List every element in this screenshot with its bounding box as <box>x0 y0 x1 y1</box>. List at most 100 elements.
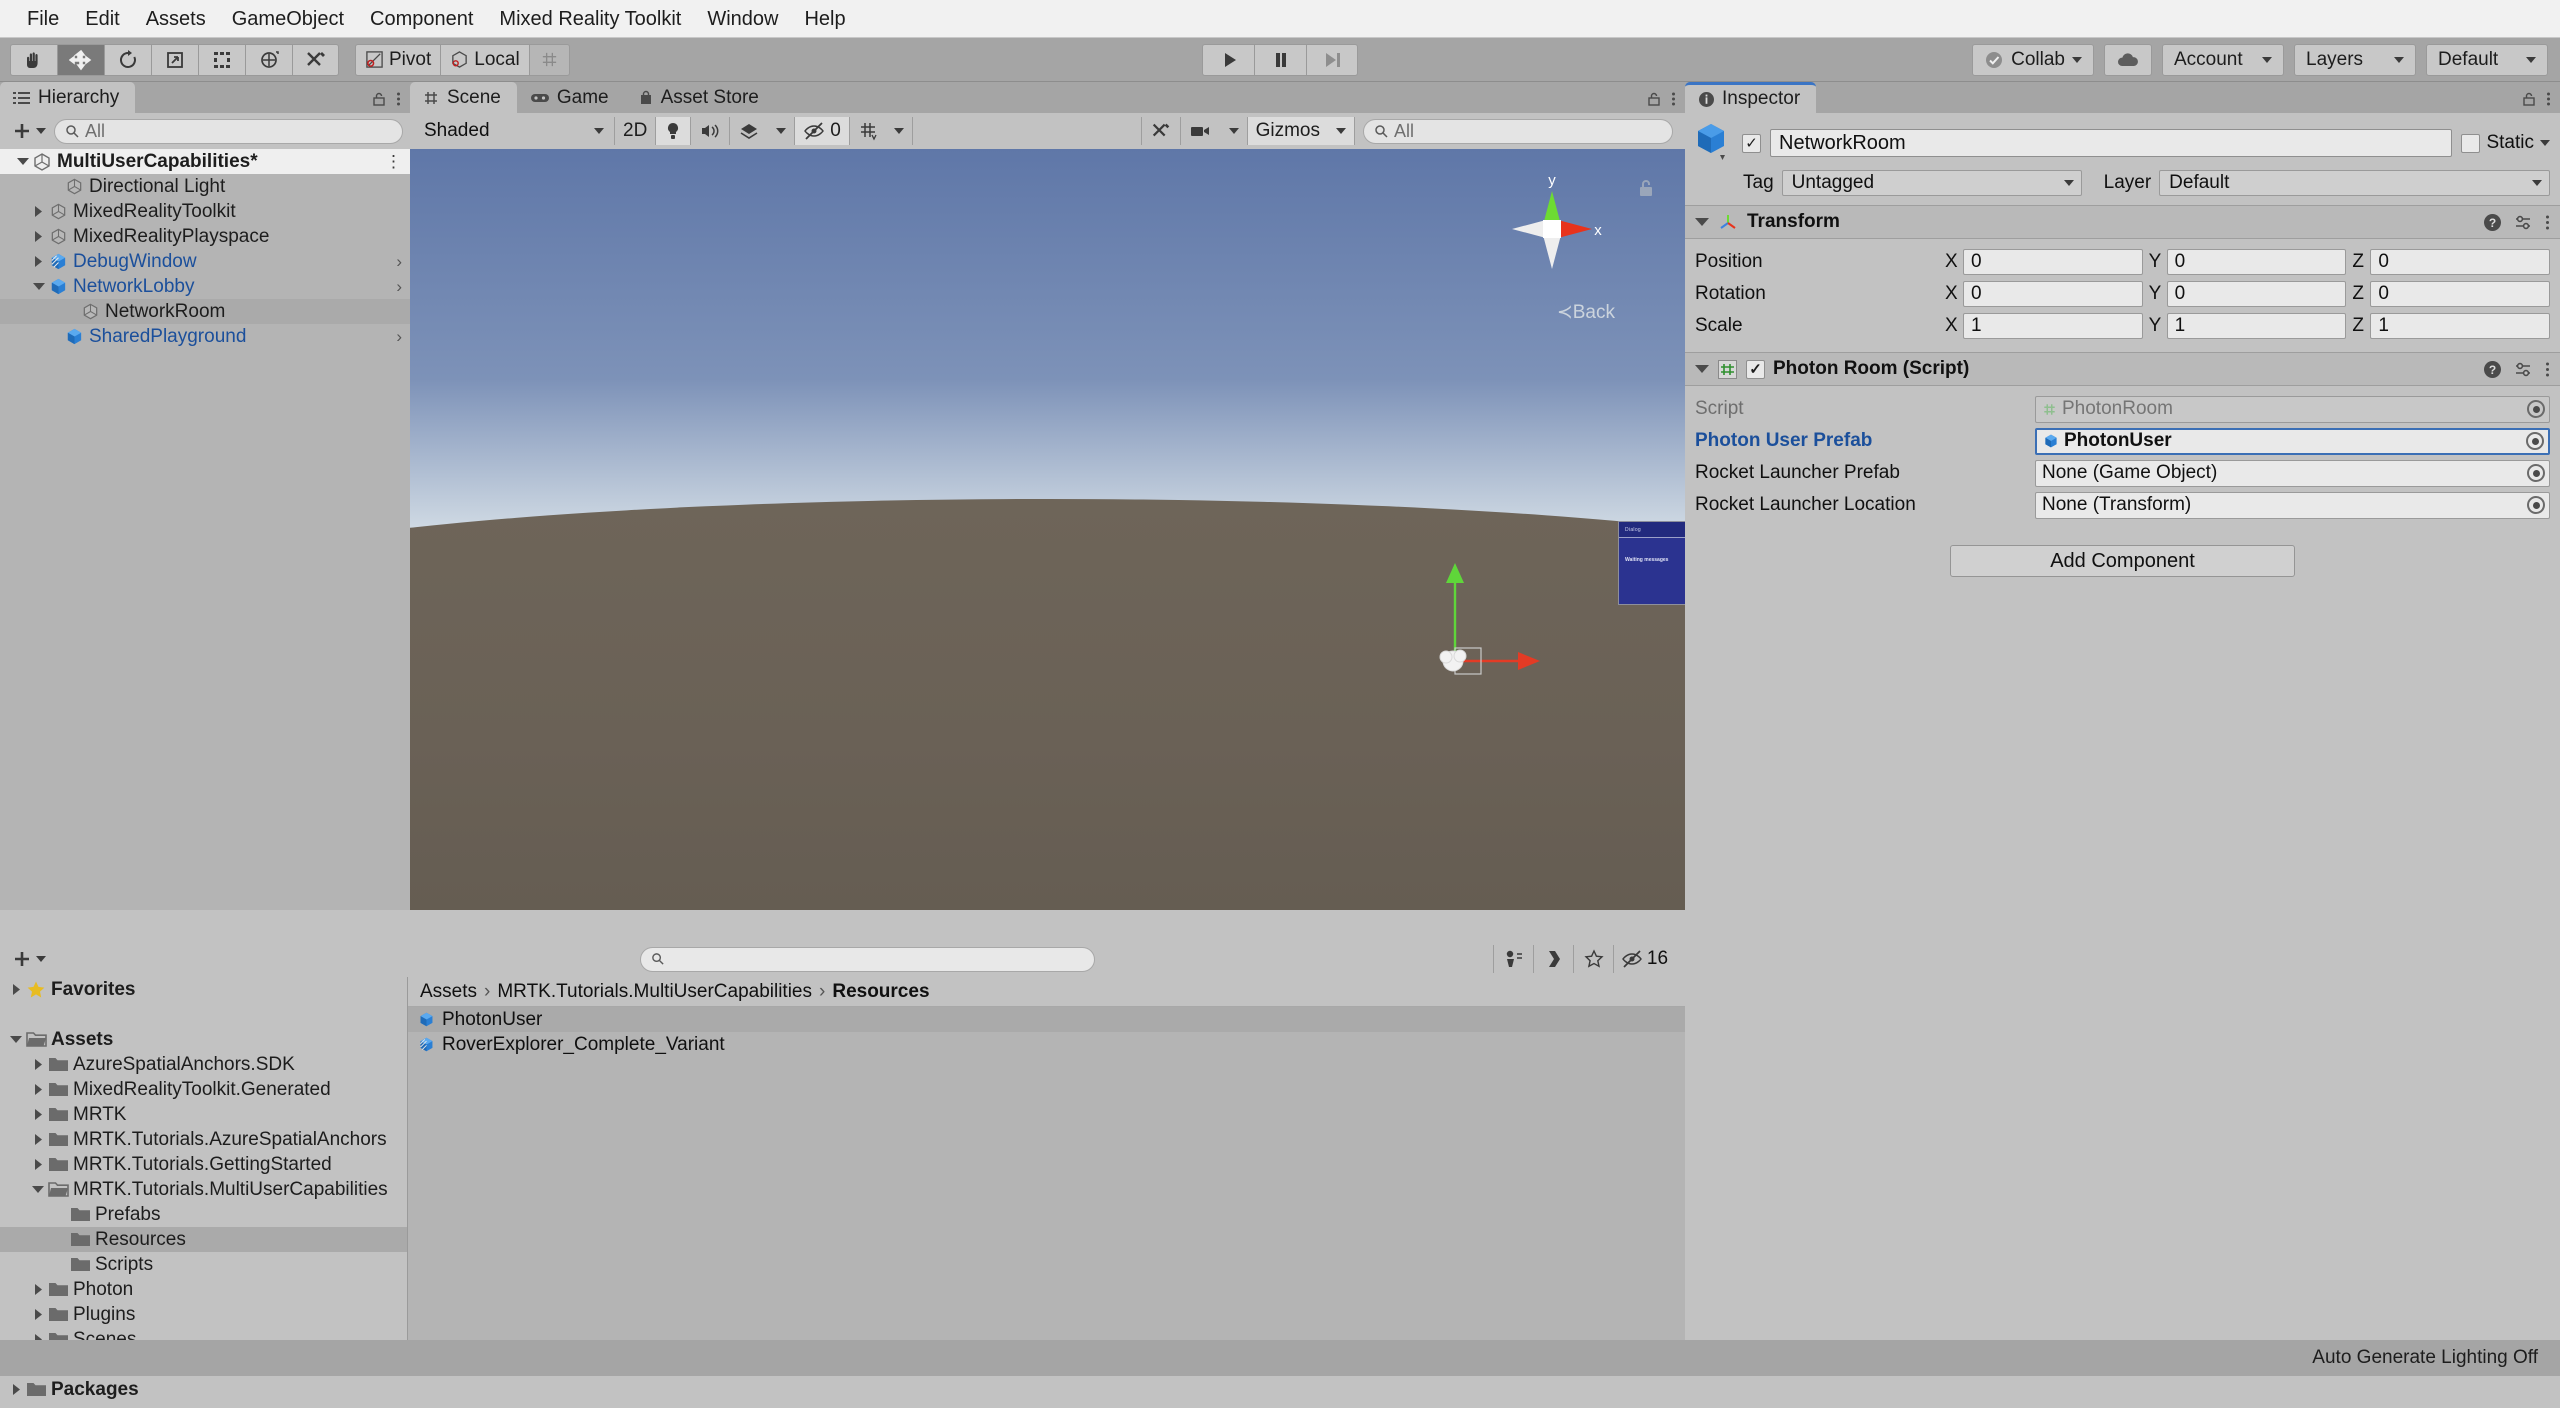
lock-icon[interactable] <box>1646 91 1662 107</box>
hierarchy-foldout[interactable] <box>30 230 47 243</box>
project-tree-item[interactable]: Plugins <box>0 1302 407 1327</box>
menu-assets[interactable]: Assets <box>133 0 219 38</box>
project-foldout[interactable] <box>30 1083 46 1096</box>
photon-room-object-field[interactable]: None (Game Object) <box>2035 459 2550 487</box>
prefab-open-chevron-icon[interactable]: › <box>396 252 402 272</box>
hierarchy-search-input[interactable]: All <box>54 118 403 144</box>
tab-inspector[interactable]: Inspector <box>1685 82 1817 113</box>
foldout-open-icon[interactable] <box>16 158 29 165</box>
layer-dropdown[interactable]: Default <box>2159 170 2550 196</box>
foldout-closed-icon[interactable] <box>33 1283 44 1296</box>
scene-hidden-objects[interactable]: 0 <box>795 117 850 145</box>
filter-by-type-icon[interactable] <box>1493 945 1533 973</box>
breadcrumb-item[interactable]: Assets <box>420 981 477 1003</box>
transform-x-input[interactable]: 0 <box>1963 249 2143 275</box>
layout-button[interactable]: Default <box>2426 43 2548 76</box>
draw-mode-dropdown[interactable]: Shaded <box>414 117 614 145</box>
gizmos-dropdown[interactable] <box>1328 117 1355 145</box>
pivot-toggle-button[interactable]: Pivot <box>355 43 441 76</box>
project-search-input[interactable] <box>640 946 1095 972</box>
project-foldout[interactable] <box>30 1308 46 1321</box>
hierarchy-item[interactable]: DebugWindow › <box>0 249 410 274</box>
hierarchy-item[interactable]: MultiUserCapabilities* ⋮ <box>0 149 410 174</box>
scene-object-networklobby-panel[interactable]: Dialog — □ ✕ Waiting messages <box>1618 521 1685 605</box>
tag-dropdown[interactable]: Untagged <box>1781 170 2082 196</box>
hand-tool-button[interactable] <box>10 43 57 76</box>
menu-component[interactable]: Component <box>357 0 486 38</box>
foldout-open-icon[interactable] <box>32 1186 44 1193</box>
menu-window[interactable]: Window <box>694 0 791 38</box>
foldout-closed-icon[interactable] <box>33 1158 44 1171</box>
foldout-closed-icon[interactable] <box>33 1058 44 1071</box>
object-picker-icon[interactable] <box>2527 496 2545 514</box>
project-tree-item[interactable]: MRTK.Tutorials.GettingStarted <box>0 1152 407 1177</box>
hierarchy-item[interactable]: Directional Light <box>0 174 410 199</box>
handle-space-button[interactable]: Local <box>440 43 529 76</box>
scene-move-gizmo[interactable] <box>1400 509 1580 689</box>
hidden-assets-count[interactable]: 16 <box>1613 945 1675 973</box>
project-tree-item[interactable]: Favorites <box>0 977 407 1002</box>
grid-snap-button[interactable] <box>528 43 570 76</box>
scene-lighting-toggle[interactable] <box>656 117 692 145</box>
project-tree-item[interactable]: Prefabs <box>0 1202 407 1227</box>
account-button[interactable]: Account <box>2162 43 2284 76</box>
project-foldout[interactable] <box>30 1283 46 1296</box>
chevron-down-icon[interactable] <box>2540 140 2550 146</box>
scene-viewport[interactable]: Dialog — □ ✕ Waiting messages y x ≺Back <box>410 149 1685 910</box>
scene-camera-button[interactable] <box>1181 117 1221 145</box>
hierarchy-foldout[interactable] <box>30 283 47 290</box>
foldout-icon[interactable] <box>1695 218 1709 226</box>
pause-button[interactable] <box>1254 43 1306 76</box>
hierarchy-item[interactable]: MixedRealityPlayspace <box>0 224 410 249</box>
kebab-menu-icon[interactable] <box>2546 91 2551 107</box>
asset-list[interactable]: PhotonUser RoverExplorer_Complete_Variant <box>408 1007 1685 1057</box>
scene-search-input[interactable]: All <box>1363 118 1673 144</box>
menu-gameobject[interactable]: GameObject <box>219 0 357 38</box>
foldout-closed-icon[interactable] <box>33 1083 44 1096</box>
project-tree-item[interactable]: Packages <box>0 1377 407 1402</box>
project-tree-item[interactable]: MixedRealityToolkit.Generated <box>0 1077 407 1102</box>
object-picker-icon[interactable] <box>2527 400 2545 418</box>
tab-asset-store[interactable]: Asset Store <box>625 82 775 113</box>
lock-icon[interactable] <box>371 91 387 107</box>
gizmos-button[interactable]: Gizmos <box>1247 117 1328 145</box>
photon-room-enabled-checkbox[interactable]: ✓ <box>1746 359 1765 379</box>
transform-z-input[interactable]: 0 <box>2370 281 2551 307</box>
project-tree-item[interactable]: MRTK <box>0 1102 407 1127</box>
move-tool-button[interactable] <box>57 43 104 76</box>
scene-audio-toggle[interactable] <box>691 117 731 145</box>
transform-y-input[interactable]: 0 <box>2166 249 2347 275</box>
hierarchy-item[interactable]: MixedRealityToolkit <box>0 199 410 224</box>
project-tree-item[interactable]: Resources <box>0 1227 407 1252</box>
scale-tool-button[interactable] <box>151 43 198 76</box>
object-picker-icon[interactable] <box>2527 464 2545 482</box>
project-tree-item[interactable]: Photon <box>0 1277 407 1302</box>
transform-z-input[interactable]: 1 <box>2370 313 2551 339</box>
scene-grid-toggle[interactable] <box>850 117 886 145</box>
prefab-open-chevron-icon[interactable]: › <box>396 327 402 347</box>
kebab-menu-icon[interactable] <box>2545 214 2550 231</box>
rect-tool-button[interactable] <box>198 43 245 76</box>
add-component-button[interactable]: Add Component <box>1950 545 2295 577</box>
project-tree-item[interactable]: Scripts <box>0 1252 407 1277</box>
transform-x-input[interactable]: 0 <box>1963 281 2143 307</box>
project-folder-tree[interactable]: Favorites Assets AzureSpatialAnchors.SDK Mi… <box>0 977 408 1400</box>
project-tree-item[interactable]: MRTK.Tutorials.AzureSpatialAnchors <box>0 1127 407 1152</box>
hierarchy-item[interactable]: SharedPlayground › <box>0 324 410 349</box>
foldout-icon[interactable] <box>1695 365 1709 373</box>
kebab-menu-icon[interactable] <box>1671 91 1676 107</box>
menu-edit[interactable]: Edit <box>72 0 132 38</box>
collab-button[interactable]: Collab <box>1972 43 2094 76</box>
hierarchy-item[interactable]: NetworkRoom <box>0 299 410 324</box>
create-gameobject-button[interactable] <box>7 120 50 142</box>
hierarchy-tree[interactable]: MultiUserCapabilities* ⋮ Directional Light… <box>0 149 410 910</box>
hierarchy-foldout[interactable] <box>30 205 47 218</box>
layers-button[interactable]: Layers <box>2294 43 2416 76</box>
hierarchy-foldout[interactable] <box>30 255 47 268</box>
foldout-open-icon[interactable] <box>10 1036 22 1043</box>
tab-game[interactable]: Game <box>517 82 625 113</box>
transform-x-input[interactable]: 1 <box>1963 313 2143 339</box>
scene-effects-toggle[interactable] <box>730 117 768 145</box>
play-button[interactable] <box>1202 43 1254 76</box>
transform-y-input[interactable]: 1 <box>2166 313 2347 339</box>
